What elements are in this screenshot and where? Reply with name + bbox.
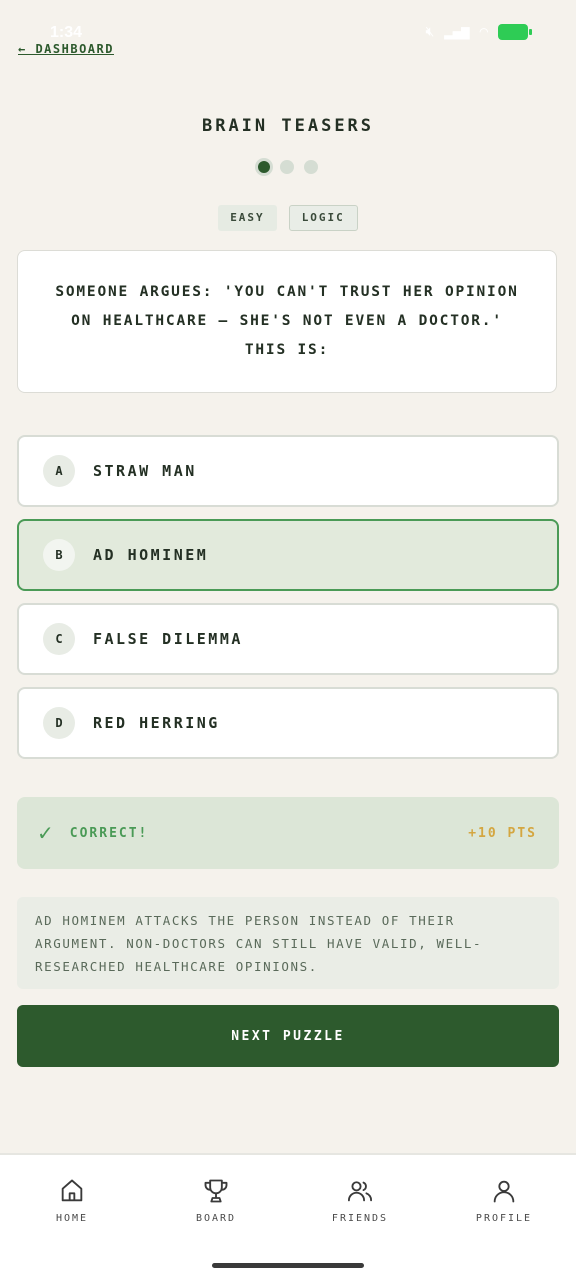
option-b[interactable]: B AD HOMINEM	[17, 519, 559, 591]
category-tag: LOGIC	[288, 205, 358, 231]
tag-row: EASY LOGIC	[0, 205, 576, 231]
tab-friends[interactable]: FRIENDS	[300, 1177, 420, 1224]
page-title: BRAIN TEASERS	[201, 116, 375, 136]
option-d[interactable]: D RED HERRING	[17, 687, 559, 759]
difficulty-tag: EASY	[218, 205, 277, 231]
wifi-icon: ◠	[479, 24, 488, 40]
bottom-tab-bar: HOME BOARD FRIENDS PROFILE	[0, 1153, 576, 1280]
back-to-dashboard-link[interactable]: ← DASHBOARD	[18, 42, 114, 56]
explanation-text: AD HOMINEM ATTACKS THE PERSON INSTEAD OF…	[17, 897, 559, 989]
question-text: SOMEONE ARGUES: 'YOU CAN'T TRUST HER OPI…	[55, 284, 519, 358]
progress-dots	[0, 160, 576, 174]
status-time: 1:34	[50, 24, 83, 41]
status-icons: 🔇︎ ▂▄▆ ◠	[425, 24, 532, 40]
mute-icon: 🔇︎	[425, 24, 435, 40]
screen: 1:34 🔇︎ ▂▄▆ ◠ ← DASHBOARD BRAIN TEASERS …	[0, 0, 576, 1280]
signal-icon: ▂▄▆	[444, 24, 470, 40]
option-label: AD HOMINEM	[93, 546, 209, 564]
option-letter: C	[43, 623, 75, 655]
trophy-icon	[204, 1179, 228, 1203]
next-puzzle-button[interactable]: NEXT PUZZLE	[17, 1005, 559, 1067]
battery-icon	[498, 24, 532, 40]
tab-label: FRIENDS	[331, 1213, 389, 1224]
result-label: CORRECT!	[69, 825, 149, 841]
tab-profile[interactable]: PROFILE	[444, 1177, 564, 1224]
option-letter: D	[43, 707, 75, 739]
option-letter: B	[43, 539, 75, 571]
progress-dot-3	[304, 160, 318, 174]
question-card: SOMEONE ARGUES: 'YOU CAN'T TRUST HER OPI…	[17, 250, 557, 393]
tab-board[interactable]: BOARD	[156, 1177, 276, 1224]
option-label: FALSE DILEMMA	[93, 630, 243, 648]
home-icon	[61, 1179, 83, 1202]
profile-icon	[493, 1180, 515, 1203]
option-label: STRAW MAN	[93, 462, 197, 480]
check-icon: ✓	[37, 821, 54, 845]
option-letter: A	[43, 455, 75, 487]
result-banner: ✓ CORRECT! +10 PTS	[17, 797, 559, 869]
tab-label: BOARD	[195, 1213, 237, 1224]
progress-dot-1	[258, 161, 270, 173]
option-c[interactable]: C FALSE DILEMMA	[17, 603, 559, 675]
friends-icon	[347, 1181, 373, 1202]
option-label: RED HERRING	[93, 714, 220, 732]
tab-label: PROFILE	[475, 1213, 533, 1224]
points-earned: +10 PTS	[468, 825, 537, 841]
option-a[interactable]: A STRAW MAN	[17, 435, 559, 507]
home-indicator	[212, 1263, 364, 1268]
tab-label: HOME	[55, 1213, 89, 1224]
tab-home[interactable]: HOME	[12, 1177, 132, 1224]
progress-dot-2	[280, 160, 294, 174]
